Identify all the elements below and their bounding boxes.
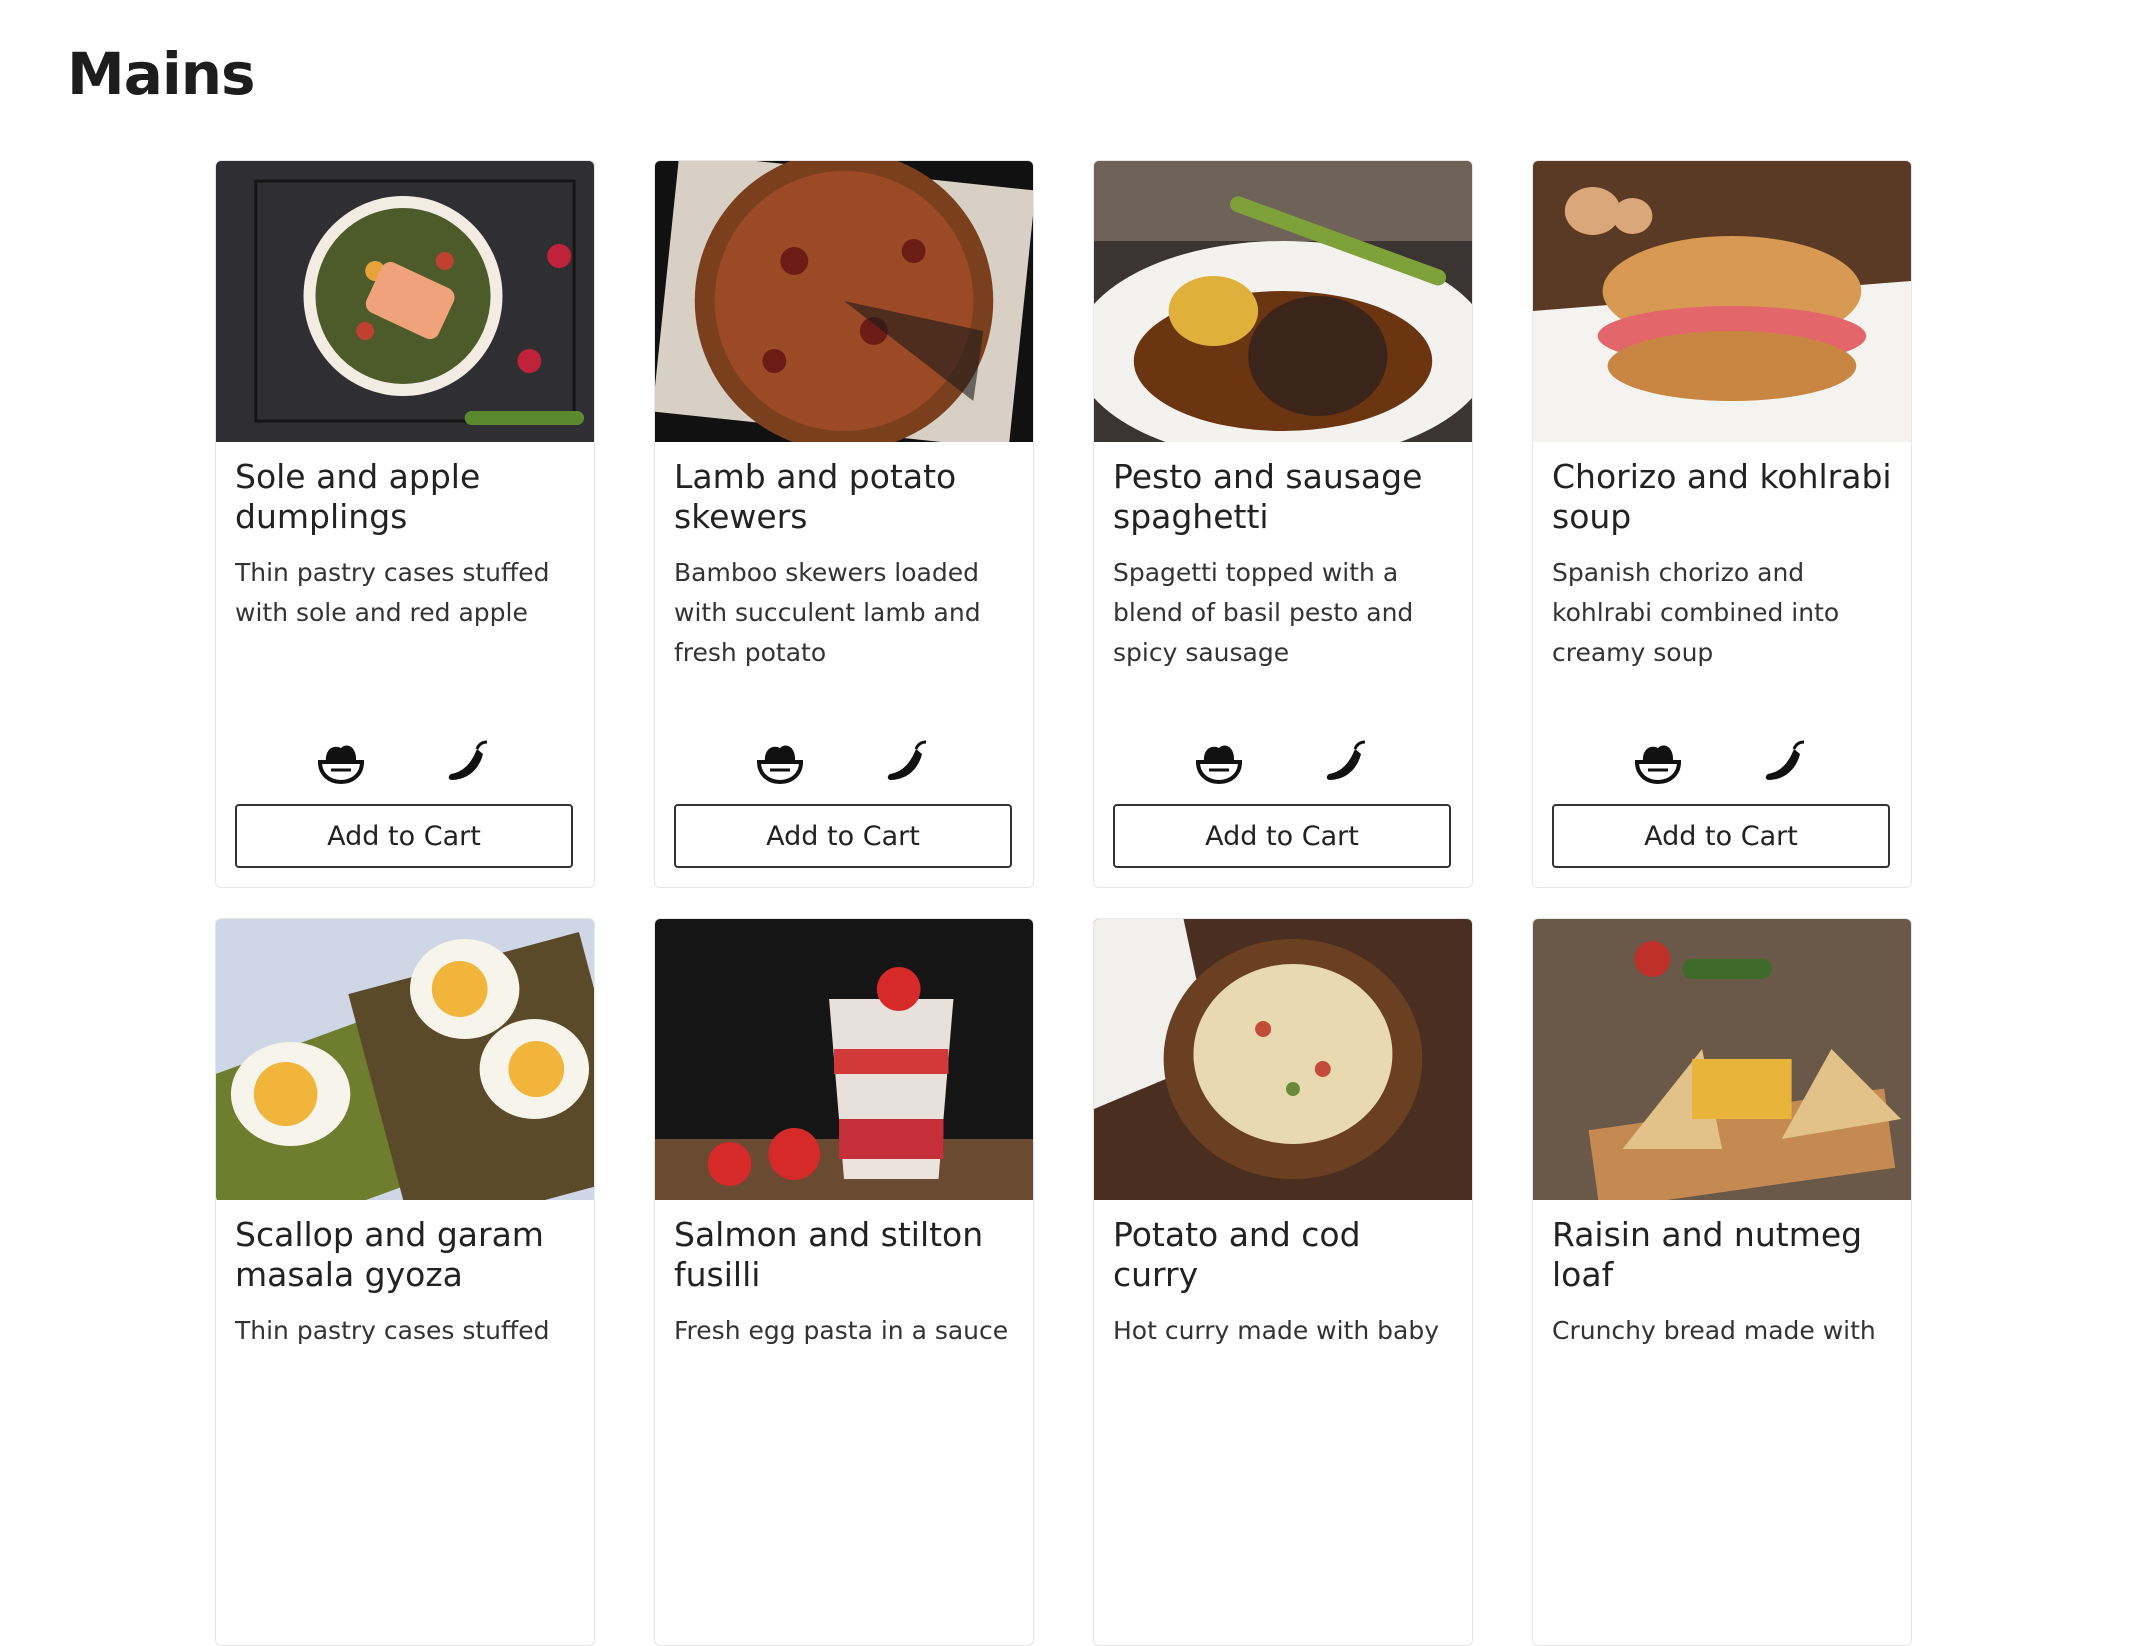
card-description: Spanish chorizo and kohlrabi combined in… [1552,558,1840,667]
card-description: Fresh egg pasta in a sauce [674,1316,1009,1345]
salad-bowl-icon [313,734,369,790]
menu-card: Chorizo and kohlrabi soup Spanish choriz… [1532,160,1912,888]
menu-card: Raisin and nutmeg loaf Crunchy bread mad… [1532,918,1912,1646]
strawberry-parfait-photo [655,919,1033,1200]
card-title: Scallop and garam masala gyoza [235,1215,544,1294]
card-title: Potato and cod curry [1113,1215,1361,1294]
menu-card: Lamb and potato skewers Bamboo skewers l… [654,160,1034,888]
card-title: Sole and apple dumplings [235,457,481,536]
salad-bowl-icon [1191,734,1247,790]
card-description: Spagetti topped with a blend of basil pe… [1113,558,1414,667]
dietary-icons [216,734,594,790]
add-to-cart-button[interactable]: Add to Cart [1552,804,1890,868]
card-title: Salmon and stilton fusilli [674,1215,984,1294]
menu-page: Mains Sole and apple dumplings Thin past… [0,0,2134,1646]
chili-pepper-icon [441,734,497,790]
card-description: Thin pastry cases stuffed with sole and … [235,558,550,627]
salad-bowl-icon [752,734,808,790]
add-to-cart-button[interactable]: Add to Cart [235,804,573,868]
card-description: Thin pastry cases stuffed [235,1316,550,1345]
menu-card: Sole and apple dumplings Thin pastry cas… [215,160,595,888]
salad-bowl-icon [1630,734,1686,790]
card-description: Crunchy bread made with [1552,1316,1876,1345]
card-description: Hot curry made with baby [1113,1316,1440,1345]
egg-avocado-toast-photo [216,919,594,1200]
dietary-icons [1533,734,1911,790]
add-to-cart-button[interactable]: Add to Cart [1113,804,1451,868]
card-description: Bamboo skewers loaded with succulent lam… [674,558,981,667]
salmon-bowl-photo [216,161,594,442]
card-title: Pesto and sausage spaghetti [1113,457,1423,536]
card-title: Raisin and nutmeg loaf [1552,1215,1863,1294]
menu-card: Scallop and garam masala gyoza Thin past… [215,918,595,1646]
menu-grid: Sole and apple dumplings Thin pastry cas… [215,160,1912,1646]
dietary-icons [655,734,1033,790]
chili-pepper-icon [880,734,936,790]
chili-pepper-icon [1319,734,1375,790]
steak-plate-photo [1094,161,1472,442]
menu-card: Salmon and stilton fusilli Fresh egg pas… [654,918,1034,1646]
chili-pepper-icon [1758,734,1814,790]
club-sandwich-photo [1533,919,1911,1200]
card-title: Chorizo and kohlrabi soup [1552,457,1892,536]
dietary-icons [1094,734,1472,790]
add-to-cart-button[interactable]: Add to Cart [674,804,1012,868]
penne-bowl-photo [1094,919,1472,1200]
menu-card: Potato and cod curry Hot curry made with… [1093,918,1473,1646]
ham-sandwich-photo [1533,161,1911,442]
menu-card: Pesto and sausage spaghetti Spagetti top… [1093,160,1473,888]
pizza-photo [655,161,1033,442]
card-title: Lamb and potato skewers [674,457,957,536]
page-title: Mains [67,40,256,108]
